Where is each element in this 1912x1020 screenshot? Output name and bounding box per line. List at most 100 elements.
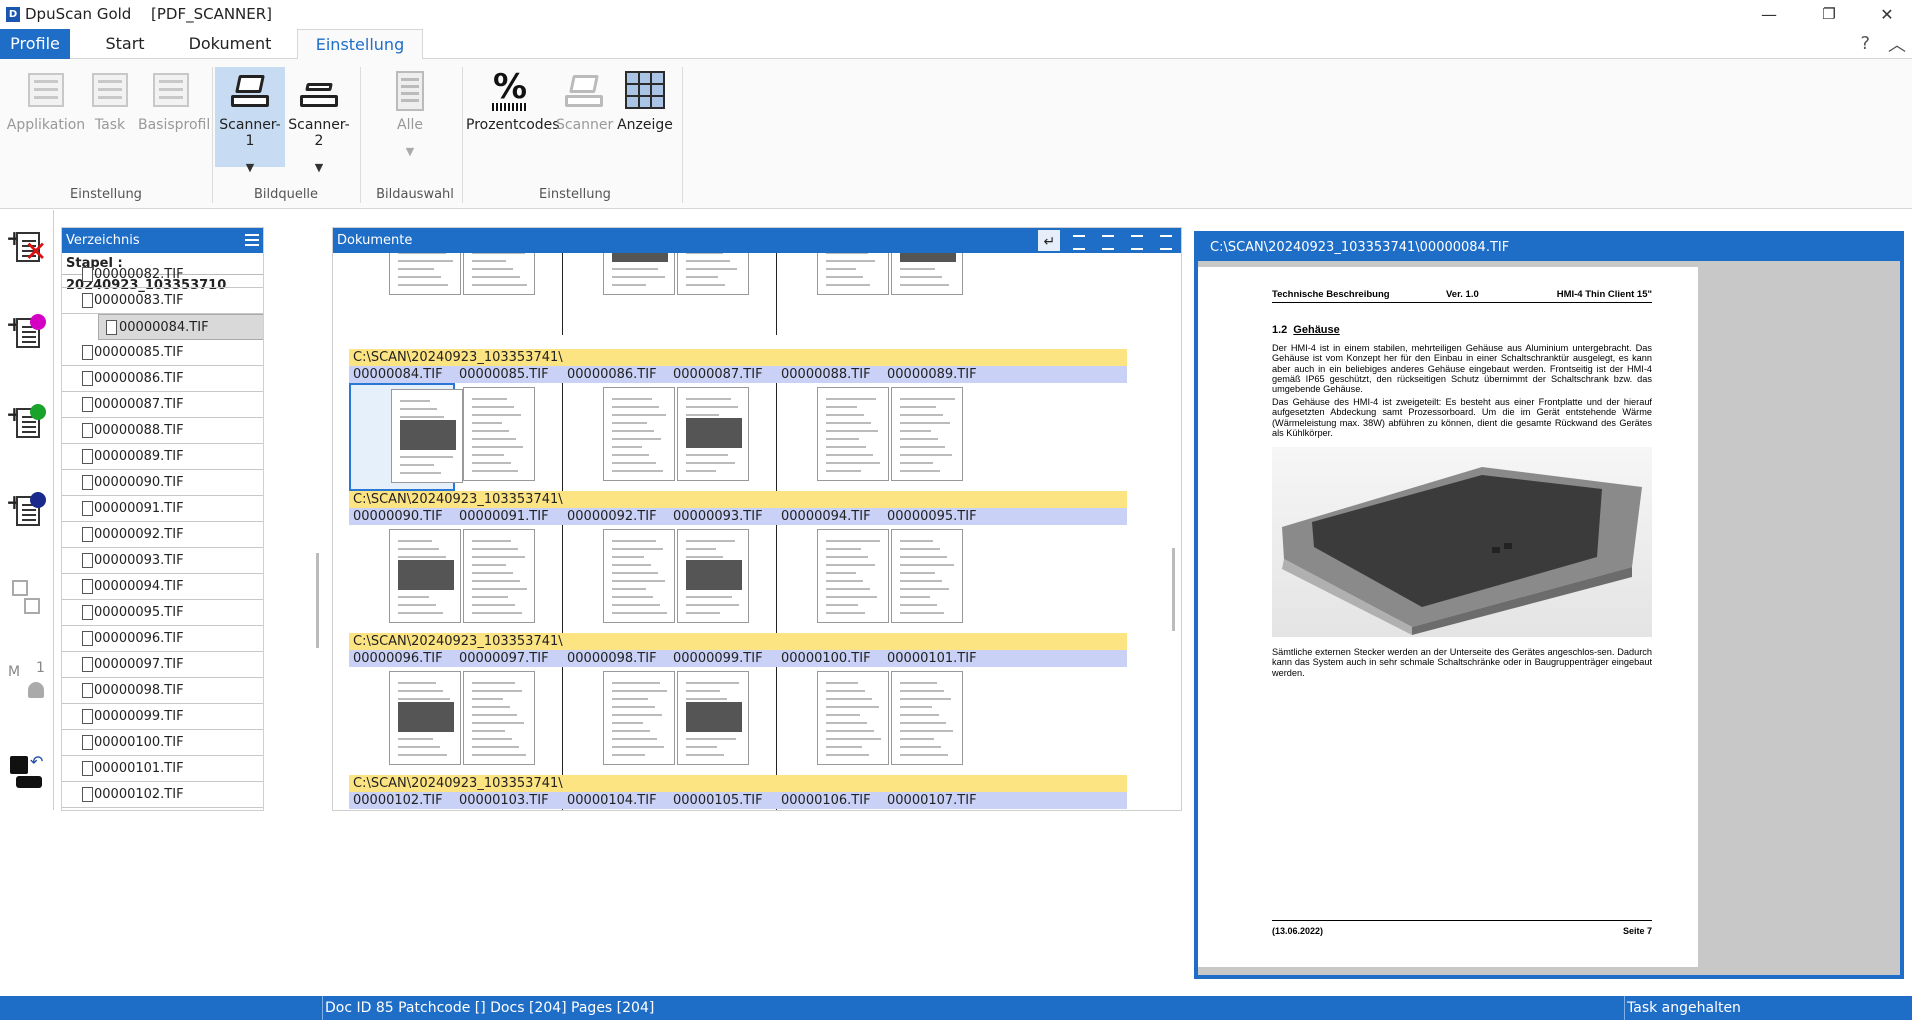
thumbnail-filename[interactable]: 00000094.TIF bbox=[777, 508, 871, 525]
file-list-item[interactable]: 00000102.TIF bbox=[62, 782, 263, 808]
thumbnail-cell[interactable] bbox=[455, 253, 563, 335]
thumbnail-filename[interactable]: 00000096.TIF bbox=[349, 650, 443, 667]
thumbnail-cell[interactable] bbox=[563, 667, 675, 775]
file-list-item[interactable]: 00000100.TIF bbox=[62, 730, 263, 756]
thumbnail-cell[interactable] bbox=[883, 253, 989, 335]
thumbnail-filename[interactable]: 00000092.TIF bbox=[563, 508, 657, 525]
thumbnail-cell[interactable] bbox=[883, 383, 989, 491]
thumbnail-cell[interactable] bbox=[563, 383, 675, 491]
fit-icon[interactable] bbox=[1097, 230, 1119, 251]
task-button[interactable]: Task bbox=[88, 67, 132, 167]
thumbnail-filename[interactable]: 00000088.TIF bbox=[777, 366, 871, 383]
user-button[interactable]: M 1 bbox=[6, 660, 50, 704]
file-list-item[interactable]: 00000097.TIF bbox=[62, 652, 263, 678]
thumbnail-cell[interactable] bbox=[563, 253, 675, 335]
anzeige-button[interactable]: Anzeige bbox=[616, 67, 674, 167]
file-list-item[interactable]: 00000088.TIF bbox=[62, 418, 263, 444]
add-blue-separator-button[interactable]: + bbox=[6, 488, 50, 532]
thumbnail-cell[interactable] bbox=[777, 383, 889, 491]
file-list-item[interactable]: 00000090.TIF bbox=[62, 470, 263, 496]
dropdown-arrow-icon[interactable]: ▼ bbox=[286, 161, 352, 174]
thumbnail-filename[interactable]: 00000089.TIF bbox=[883, 366, 977, 383]
thumbnail-cell-selected[interactable] bbox=[349, 383, 463, 491]
thumbnail-filename[interactable]: 00000095.TIF bbox=[883, 508, 977, 525]
thumbnail-cell[interactable] bbox=[349, 667, 461, 775]
thumbnail-filename[interactable]: 00000105.TIF bbox=[669, 792, 763, 809]
thumbnail-filename[interactable]: 00000106.TIF bbox=[777, 792, 871, 809]
wrap-icon[interactable] bbox=[1038, 230, 1061, 251]
documents-scrollbar[interactable] bbox=[1172, 548, 1175, 631]
scanner-settings-button[interactable]: Scanner bbox=[556, 67, 613, 167]
thumbnail-filename[interactable]: 00000086.TIF bbox=[563, 366, 657, 383]
file-list-item[interactable]: 00000089.TIF bbox=[62, 444, 263, 470]
file-list-item[interactable]: 00000096.TIF bbox=[62, 626, 263, 652]
align-right-icon[interactable] bbox=[1126, 230, 1148, 251]
tab-einstellung[interactable]: Einstellung bbox=[297, 29, 423, 60]
file-list-item[interactable]: 00000103.TIF bbox=[62, 808, 263, 810]
thumbnail-filename[interactable]: 00000100.TIF bbox=[777, 650, 871, 667]
thumbnail-cell[interactable] bbox=[883, 809, 989, 810]
dropdown-arrow-icon[interactable]: ▼ bbox=[215, 161, 285, 174]
basisprofil-button[interactable]: Basisprofil bbox=[138, 67, 210, 167]
thumbnail-cell[interactable] bbox=[455, 667, 563, 775]
help-button[interactable]: ? bbox=[1860, 33, 1870, 54]
thumbnail-cell[interactable] bbox=[455, 383, 563, 491]
thumbnail-cell[interactable] bbox=[669, 809, 777, 810]
collapse-ribbon-button[interactable]: ︿ bbox=[1888, 31, 1906, 57]
thumbnail-cell[interactable] bbox=[669, 383, 777, 491]
thumbnail-cell[interactable] bbox=[455, 525, 563, 633]
file-list-item[interactable]: 00000086.TIF bbox=[62, 366, 263, 392]
file-list-item[interactable]: 00000094.TIF bbox=[62, 574, 263, 600]
thumbnail-filename[interactable]: 00000090.TIF bbox=[349, 508, 443, 525]
thumbnail-cell[interactable] bbox=[669, 667, 777, 775]
thumbnail-filename[interactable]: 00000084.TIF bbox=[349, 366, 443, 383]
thumbnail-cell[interactable] bbox=[349, 809, 455, 810]
thumbnail-filename[interactable]: 00000107.TIF bbox=[883, 792, 977, 809]
thumbnail-filename[interactable]: 00000097.TIF bbox=[455, 650, 549, 667]
thumbnail-filename[interactable]: 00000093.TIF bbox=[669, 508, 763, 525]
thumbnail-cell[interactable] bbox=[669, 525, 777, 633]
close-button[interactable]: ✕ bbox=[1862, 0, 1912, 29]
file-list-item[interactable]: 00000091.TIF bbox=[62, 496, 263, 522]
file-list-item[interactable]: 00000093.TIF bbox=[62, 548, 263, 574]
list-view-icon[interactable] bbox=[1155, 230, 1177, 251]
save-export-button[interactable]: ↶ bbox=[6, 752, 50, 796]
thumbnail-cell[interactable] bbox=[777, 525, 889, 633]
thumbnail-filename[interactable]: 00000085.TIF bbox=[455, 366, 549, 383]
thumbnail-cell[interactable] bbox=[669, 253, 777, 335]
thumbnail-filename[interactable]: 00000101.TIF bbox=[883, 650, 977, 667]
document-page[interactable]: Technische Beschreibung Ver. 1.0 HMI-4 T… bbox=[1198, 267, 1698, 967]
thumbnail-filename[interactable]: 00000104.TIF bbox=[563, 792, 657, 809]
tab-start[interactable]: Start bbox=[90, 29, 160, 59]
thumbnail-filename[interactable]: 00000098.TIF bbox=[563, 650, 657, 667]
file-list-item[interactable]: 00000085.TIF bbox=[62, 340, 263, 366]
file-list-item[interactable]: 00000095.TIF bbox=[62, 600, 263, 626]
file-list-item[interactable]: 00000098.TIF bbox=[62, 678, 263, 704]
delete-document-button[interactable]: + ✕ bbox=[6, 224, 50, 268]
thumbnail-cell[interactable] bbox=[883, 667, 989, 775]
tab-profile[interactable]: Profile bbox=[0, 29, 70, 59]
file-list-item[interactable]: 00000101.TIF bbox=[62, 756, 263, 782]
file-list-item[interactable]: 00000087.TIF bbox=[62, 392, 263, 418]
file-list-item[interactable]: 00000092.TIF bbox=[62, 522, 263, 548]
thumbnail-cell[interactable] bbox=[563, 525, 675, 633]
thumbnail-filename[interactable]: 00000099.TIF bbox=[669, 650, 763, 667]
add-magenta-separator-button[interactable]: + bbox=[6, 310, 50, 354]
structure-button[interactable] bbox=[6, 576, 50, 620]
align-left-icon[interactable] bbox=[1068, 230, 1090, 251]
scanner1-button[interactable]: Scanner-1 ▼ bbox=[215, 67, 285, 174]
file-list-item[interactable]: 00000082.TIF bbox=[62, 262, 263, 288]
tab-dokument[interactable]: Dokument bbox=[180, 29, 280, 59]
thumbnail-cell[interactable] bbox=[777, 253, 889, 335]
alle-button[interactable]: Alle ▼ bbox=[374, 67, 446, 167]
menu-icon[interactable] bbox=[245, 234, 259, 246]
thumbnail-cell[interactable] bbox=[563, 809, 669, 810]
dropdown-arrow-icon[interactable]: ▼ bbox=[374, 145, 446, 158]
thumbnail-filename[interactable]: 00000102.TIF bbox=[349, 792, 443, 809]
maximize-button[interactable]: ❐ bbox=[1804, 0, 1854, 29]
thumbnail-cell[interactable] bbox=[777, 809, 883, 810]
applikation-button[interactable]: Applikation bbox=[6, 67, 86, 167]
thumbnail-cell[interactable] bbox=[349, 253, 461, 335]
thumbnail-filename[interactable]: 00000103.TIF bbox=[455, 792, 549, 809]
prozentcodes-button[interactable]: % Prozentcodes bbox=[466, 67, 560, 167]
